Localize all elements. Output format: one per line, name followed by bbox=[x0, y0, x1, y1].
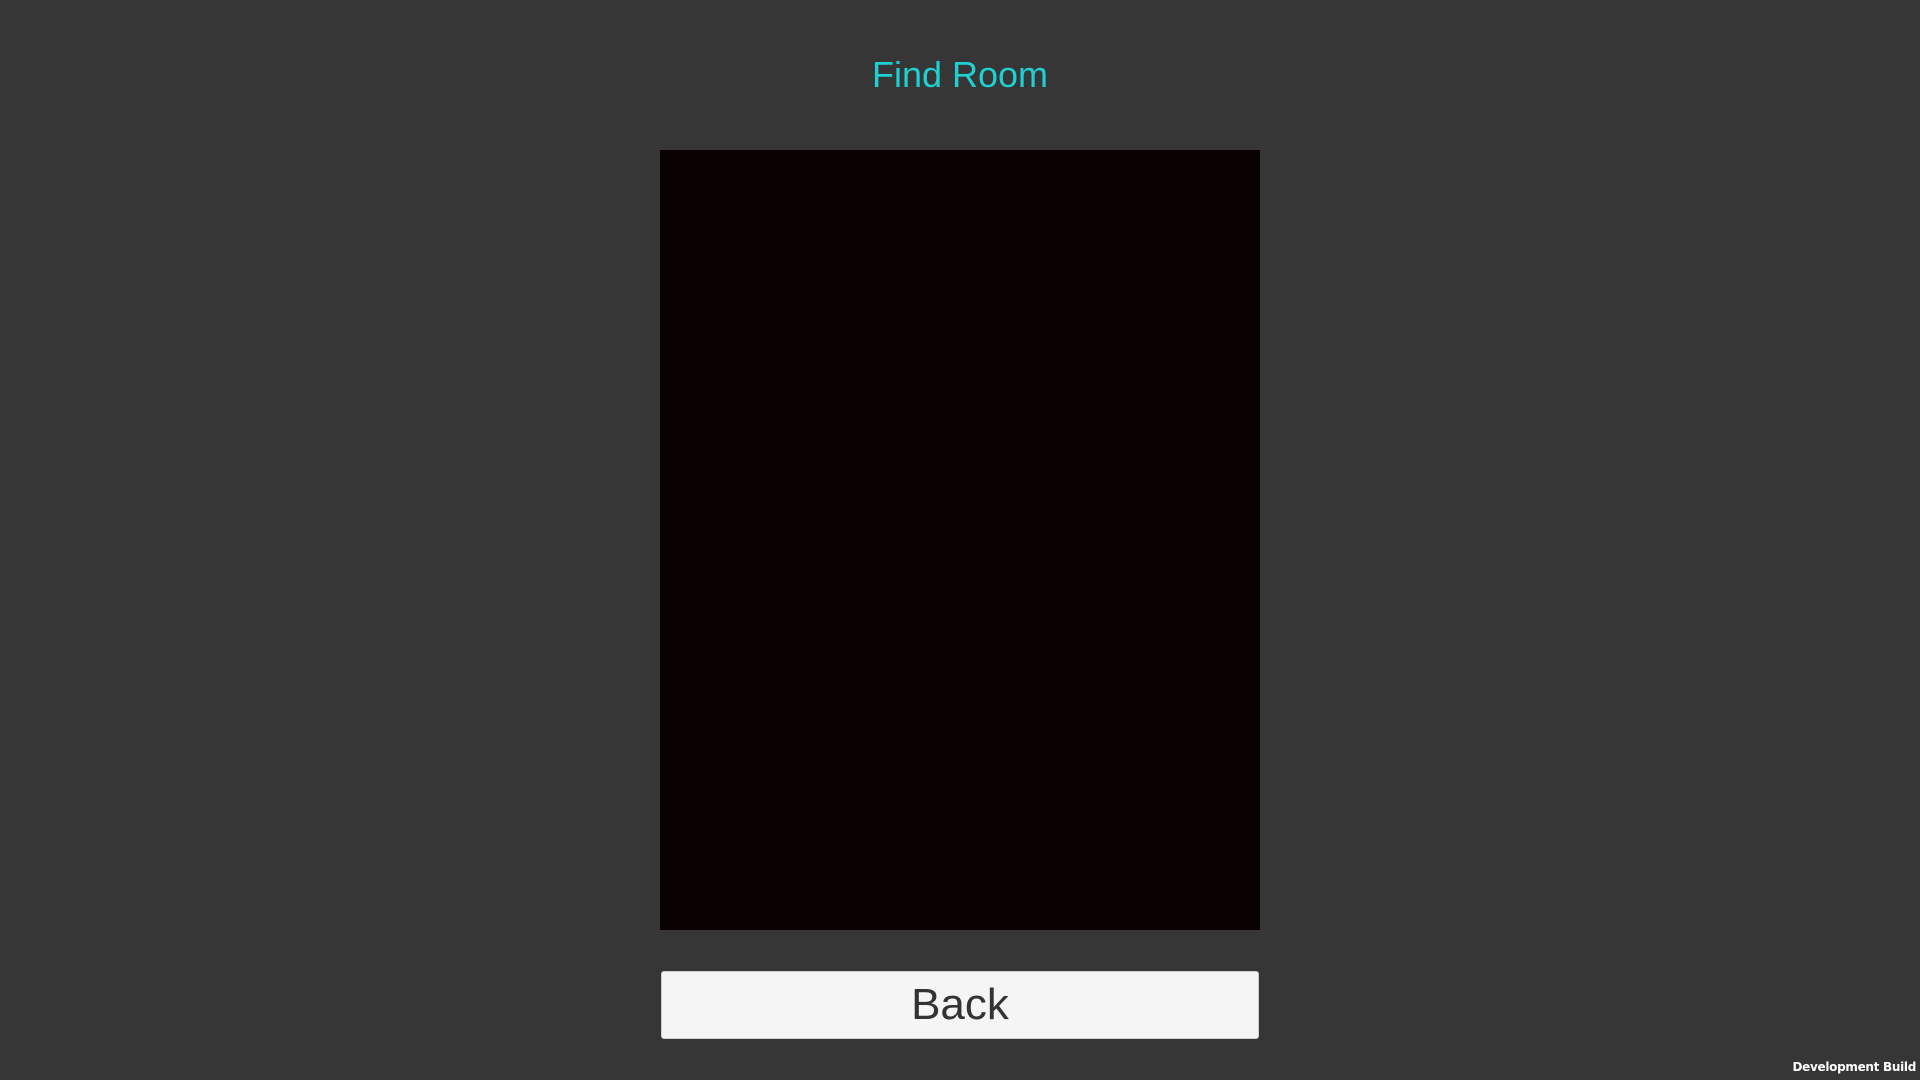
back-button[interactable]: Back bbox=[661, 971, 1259, 1039]
page-title: Find Room bbox=[871, 54, 1049, 95]
room-list-panel[interactable] bbox=[660, 150, 1260, 930]
find-room-screen: Find Room Back Development Build bbox=[0, 0, 1920, 1080]
development-build-label: Development Build bbox=[1792, 1060, 1916, 1074]
